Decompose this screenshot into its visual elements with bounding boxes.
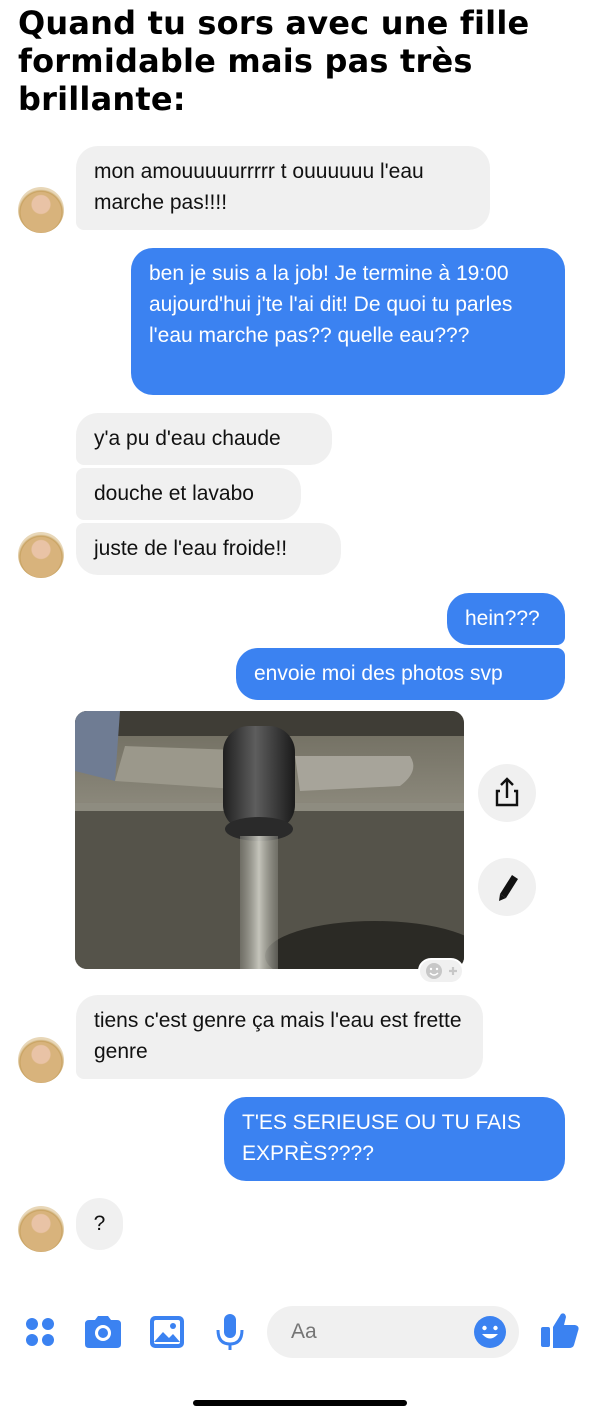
- faucet-photo: [75, 711, 464, 969]
- apps-button[interactable]: [16, 1308, 64, 1356]
- contact-avatar[interactable]: [18, 532, 64, 578]
- edit-button[interactable]: [478, 858, 536, 916]
- photo-message[interactable]: [75, 711, 464, 969]
- message-composer[interactable]: [267, 1306, 519, 1358]
- share-button[interactable]: [478, 764, 536, 822]
- message-received[interactable]: douche et lavabo: [76, 468, 301, 520]
- camera-icon: [85, 1316, 121, 1348]
- emoji-icon[interactable]: [473, 1315, 507, 1349]
- message-sent[interactable]: T'ES SERIEUSE OU TU FAIS EXPRÈS????: [224, 1097, 565, 1181]
- home-indicator[interactable]: [193, 1400, 407, 1406]
- message-sent[interactable]: envoie moi des photos svp: [236, 648, 565, 700]
- message-received[interactable]: ?: [76, 1198, 123, 1250]
- add-reaction-icon: [426, 963, 457, 979]
- message-received[interactable]: y'a pu d'eau chaude: [76, 413, 332, 465]
- message-received[interactable]: mon amouuuuurrrrr t ouuuuuu l'eau marche…: [76, 146, 490, 230]
- meme-caption: Quand tu sors avec une fille formidable …: [18, 4, 530, 118]
- message-received[interactable]: tiens c'est genre ça mais l'eau est fret…: [76, 995, 483, 1079]
- add-reaction-button[interactable]: [418, 958, 464, 984]
- camera-button[interactable]: [79, 1308, 127, 1356]
- pencil-icon: [499, 875, 518, 901]
- message-sent[interactable]: ben je suis a la job! Je termine à 19:00…: [131, 248, 565, 395]
- contact-avatar[interactable]: [18, 1206, 64, 1252]
- contact-avatar[interactable]: [18, 187, 64, 233]
- message-sent[interactable]: hein???: [447, 593, 565, 645]
- message-input[interactable]: [289, 1319, 453, 1345]
- apps-icon: [26, 1318, 54, 1346]
- share-icon: [495, 777, 519, 807]
- like-button[interactable]: [536, 1306, 584, 1354]
- gallery-button[interactable]: [143, 1308, 191, 1356]
- microphone-button[interactable]: [206, 1308, 254, 1356]
- message-received[interactable]: juste de l'eau froide!!: [76, 523, 341, 575]
- contact-avatar[interactable]: [18, 1037, 64, 1083]
- microphone-icon: [216, 1314, 244, 1350]
- thumbs-up-icon: [541, 1313, 579, 1348]
- gallery-icon: [150, 1316, 184, 1348]
